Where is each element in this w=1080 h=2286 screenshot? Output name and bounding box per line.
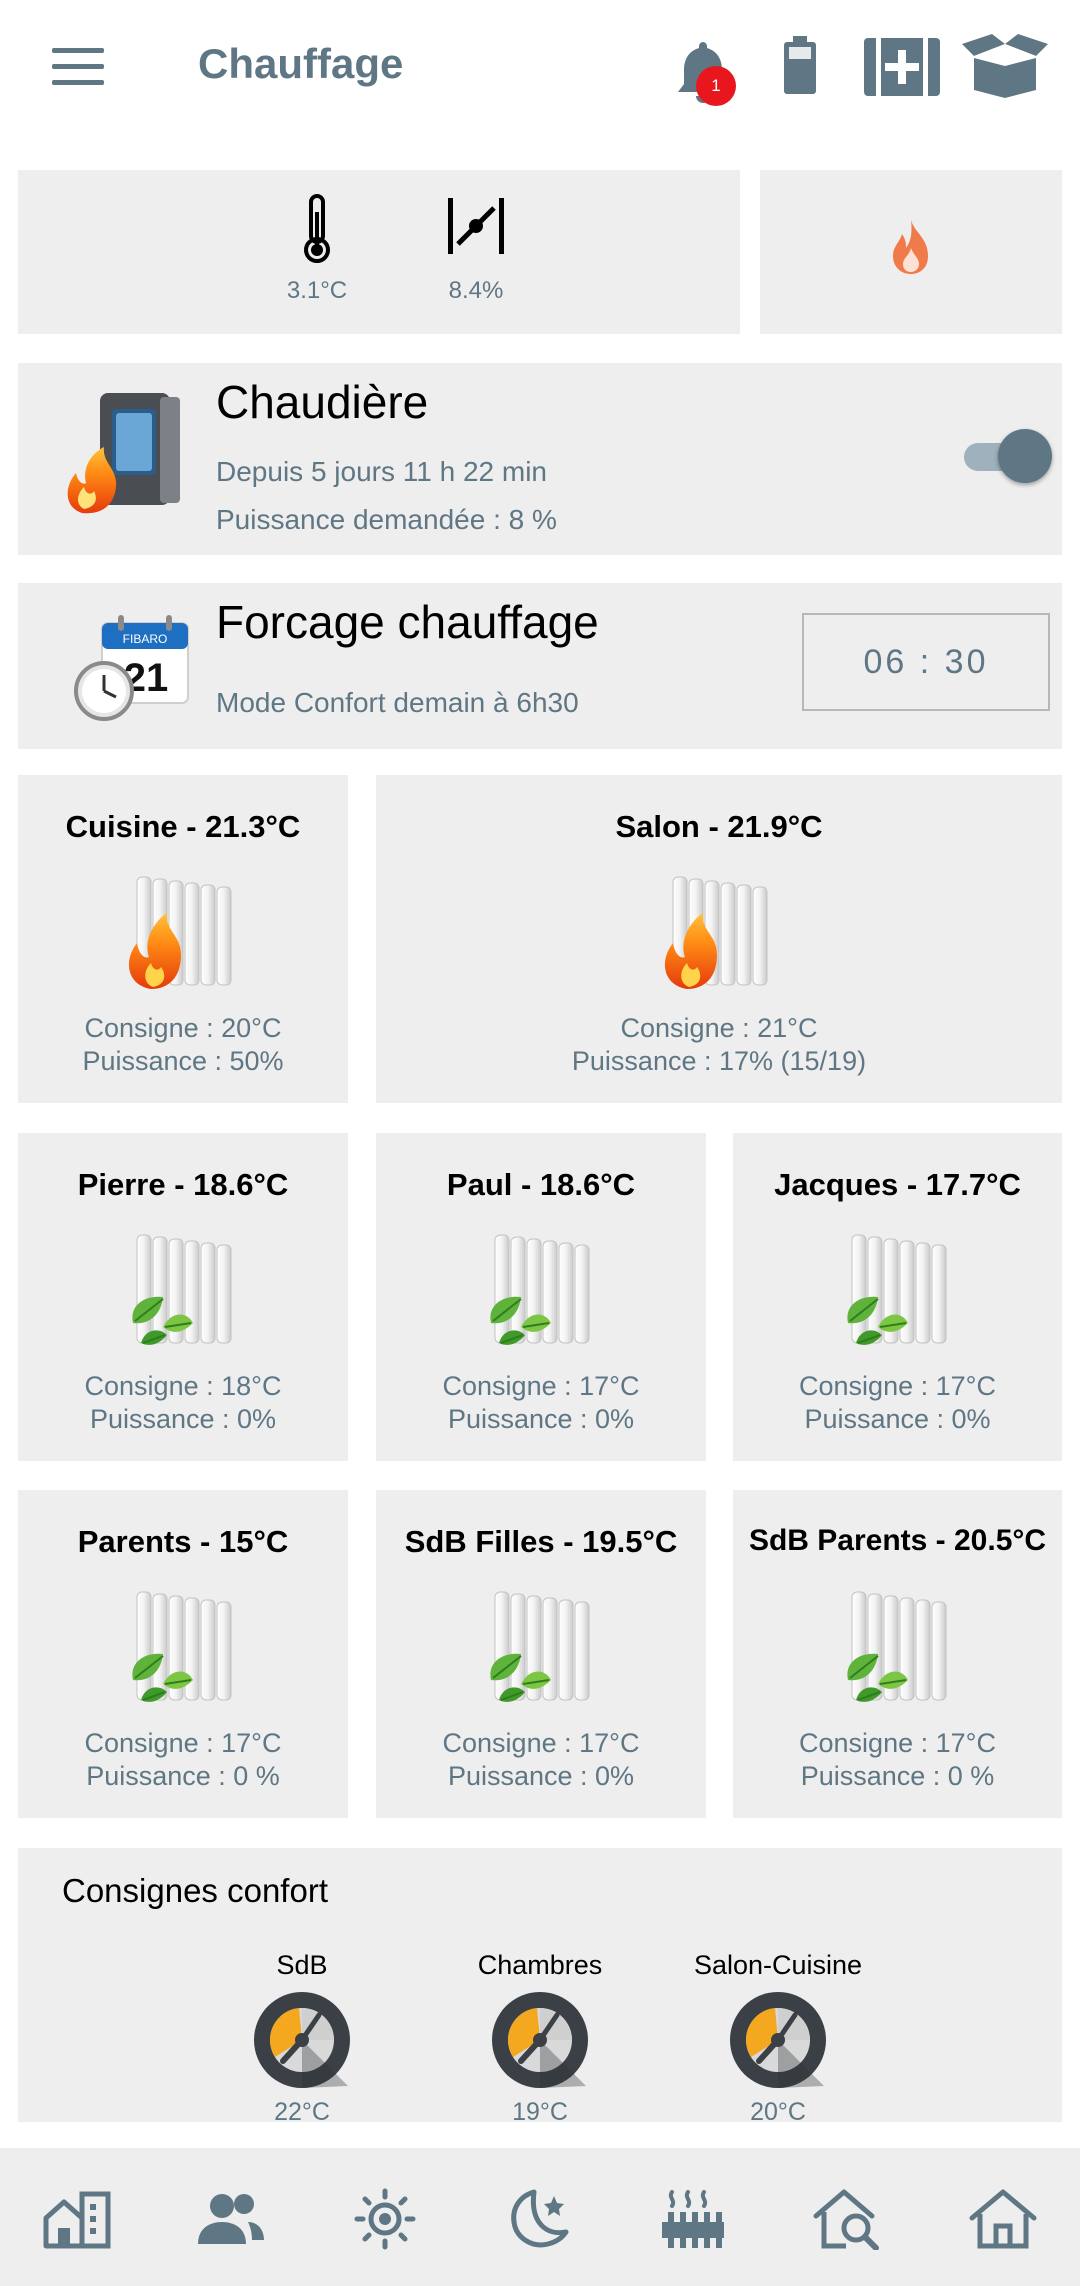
- room-setpoint: Consigne : 21°C: [620, 1013, 818, 1043]
- temperature-sensor: 3.1°C: [262, 194, 372, 305]
- room-setpoint: Consigne : 18°C: [84, 1371, 282, 1401]
- calendar-clock-icon: FIBARO 21: [74, 615, 189, 721]
- forcing-subtitle: Mode Confort demain à 6h30: [216, 687, 579, 718]
- boiler-since: Depuis 5 jours 11 h 22 min: [216, 456, 547, 487]
- app-header: Chauffage 1: [0, 0, 1080, 140]
- gauge-icon[interactable]: [729, 1991, 827, 2089]
- valve-sensor: 8.4%: [421, 194, 531, 305]
- radiator-eco-icon: [481, 1231, 601, 1349]
- bottom-navigation: [0, 2148, 1080, 2286]
- forcing-title: Forcage chauffage: [216, 596, 599, 648]
- boiler-toggle[interactable]: [964, 429, 1052, 483]
- forcing-time-input[interactable]: 06 : 30: [802, 613, 1050, 711]
- room-card-salon[interactable]: Salon - 21.9°C Consigne : 21°C Puissance…: [376, 775, 1062, 1103]
- valve-value: 8.4%: [448, 277, 504, 304]
- moon-stars-icon[interactable]: [504, 2188, 574, 2250]
- room-name: Cuisine - 21.3°C: [65, 809, 301, 844]
- room-card-cuisine[interactable]: Cuisine - 21.3°C Consigne : 20°C Puissan…: [18, 775, 348, 1103]
- temperature-value: 3.1°C: [286, 277, 348, 304]
- room-setpoint: Consigne : 20°C: [84, 1013, 282, 1043]
- room-name: Salon - 21.9°C: [615, 809, 823, 844]
- thermometer-icon: [304, 194, 330, 263]
- building-icon[interactable]: [42, 2188, 112, 2250]
- room-card-sdb-filles[interactable]: SdB Filles - 19.5°C Consigne : 17°C Puis…: [376, 1490, 706, 1818]
- comfort-item-sdb: SdB 22°C: [202, 1950, 402, 2127]
- svg-text:FIBARO: FIBARO: [123, 632, 168, 646]
- boiler-power: Puissance demandée : 8 %: [216, 504, 557, 535]
- gauge-icon[interactable]: [253, 1991, 351, 2089]
- flame-icon: [893, 220, 928, 274]
- page-title: Chauffage: [198, 40, 404, 87]
- battery-icon[interactable]: [780, 36, 820, 96]
- comfort-value: 20°C: [750, 2098, 806, 2126]
- comfort-title: Consignes confort: [62, 1872, 328, 1909]
- room-power: Puissance : 0%: [447, 1761, 635, 1791]
- comfort-label: SdB: [276, 1950, 328, 1980]
- room-card-paul[interactable]: Paul - 18.6°C Consigne : 17°C Puissance …: [376, 1133, 706, 1461]
- room-power: Puissance : 17% (15/19): [571, 1046, 867, 1076]
- room-card-parents[interactable]: Parents - 15°C Consigne : 17°C Puissance…: [18, 1490, 348, 1818]
- radiator-eco-icon: [123, 1231, 243, 1349]
- comfort-setpoints-card: Consignes confort SdB 22°C Chambres 19°C…: [18, 1848, 1062, 2126]
- room-name: Pierre - 18.6°C: [77, 1167, 289, 1202]
- add-device-icon[interactable]: [864, 34, 940, 98]
- room-card-sdb-parents[interactable]: SdB Parents - 20.5°C Consigne : 17°C Pui…: [733, 1490, 1062, 1818]
- room-power: Puissance : 0%: [804, 1404, 991, 1434]
- room-name: Parents - 15°C: [77, 1524, 289, 1559]
- room-setpoint: Consigne : 17°C: [799, 1728, 996, 1758]
- room-name: SdB Parents - 20.5°C: [748, 1524, 1047, 1557]
- room-name: Jacques - 17.7°C: [774, 1167, 1021, 1202]
- comfort-item-salon-cuisine: Salon-Cuisine 20°C: [678, 1950, 878, 2127]
- room-power: Puissance : 0%: [89, 1404, 277, 1434]
- valve-icon: [448, 198, 504, 254]
- menu-icon[interactable]: [52, 48, 104, 86]
- room-power: Puissance : 50%: [82, 1046, 284, 1076]
- room-setpoint: Consigne : 17°C: [799, 1371, 996, 1401]
- comfort-value: 22°C: [274, 2098, 330, 2126]
- sensor-tile: 3.1°C 8.4%: [18, 170, 740, 334]
- home-icon[interactable]: [968, 2188, 1038, 2250]
- room-power: Puissance : 0 %: [86, 1761, 280, 1791]
- comfort-label: Chambres: [477, 1950, 603, 1980]
- room-power: Puissance : 0%: [447, 1404, 635, 1434]
- radiator-heating-icon: [123, 873, 243, 991]
- gauge-icon[interactable]: [491, 1991, 589, 2089]
- room-name: SdB Filles - 19.5°C: [404, 1524, 678, 1559]
- room-name: Paul - 18.6°C: [446, 1167, 636, 1202]
- boiler-card: Chaudière Depuis 5 jours 11 h 22 min Pui…: [18, 363, 1062, 555]
- room-card-pierre[interactable]: Pierre - 18.6°C Consigne : 18°C Puissanc…: [18, 1133, 348, 1461]
- radiator-eco-icon: [838, 1588, 958, 1706]
- comfort-item-chambres: Chambres 19°C: [440, 1950, 640, 2127]
- boiler-title: Chaudière: [216, 376, 429, 428]
- radiator-eco-icon: [123, 1588, 243, 1706]
- radiator-heating-icon: [659, 873, 779, 991]
- open-box-icon[interactable]: [962, 32, 1048, 98]
- radiator-eco-icon: [481, 1588, 601, 1706]
- forcing-card: FIBARO 21 Forcage chauffage Mode Confort…: [18, 583, 1062, 749]
- people-icon[interactable]: [196, 2188, 266, 2250]
- heating-status-tile[interactable]: [760, 170, 1062, 334]
- room-card-jacques[interactable]: Jacques - 17.7°C Consigne : 17°C Puissan…: [733, 1133, 1062, 1461]
- room-setpoint: Consigne : 17°C: [442, 1371, 640, 1401]
- heater-icon[interactable]: [658, 2188, 728, 2250]
- stove-icon: [67, 393, 180, 514]
- comfort-label: Salon-Cuisine: [693, 1950, 863, 1980]
- room-setpoint: Consigne : 17°C: [84, 1728, 282, 1758]
- notification-badge: 1: [696, 66, 736, 106]
- sun-icon[interactable]: [350, 2188, 420, 2250]
- radiator-eco-icon: [838, 1231, 958, 1349]
- toggle-knob: [998, 429, 1052, 483]
- room-setpoint: Consigne : 17°C: [442, 1728, 640, 1758]
- room-power: Puissance : 0 %: [800, 1761, 995, 1791]
- house-search-icon[interactable]: [812, 2188, 882, 2250]
- comfort-value: 19°C: [512, 2098, 568, 2126]
